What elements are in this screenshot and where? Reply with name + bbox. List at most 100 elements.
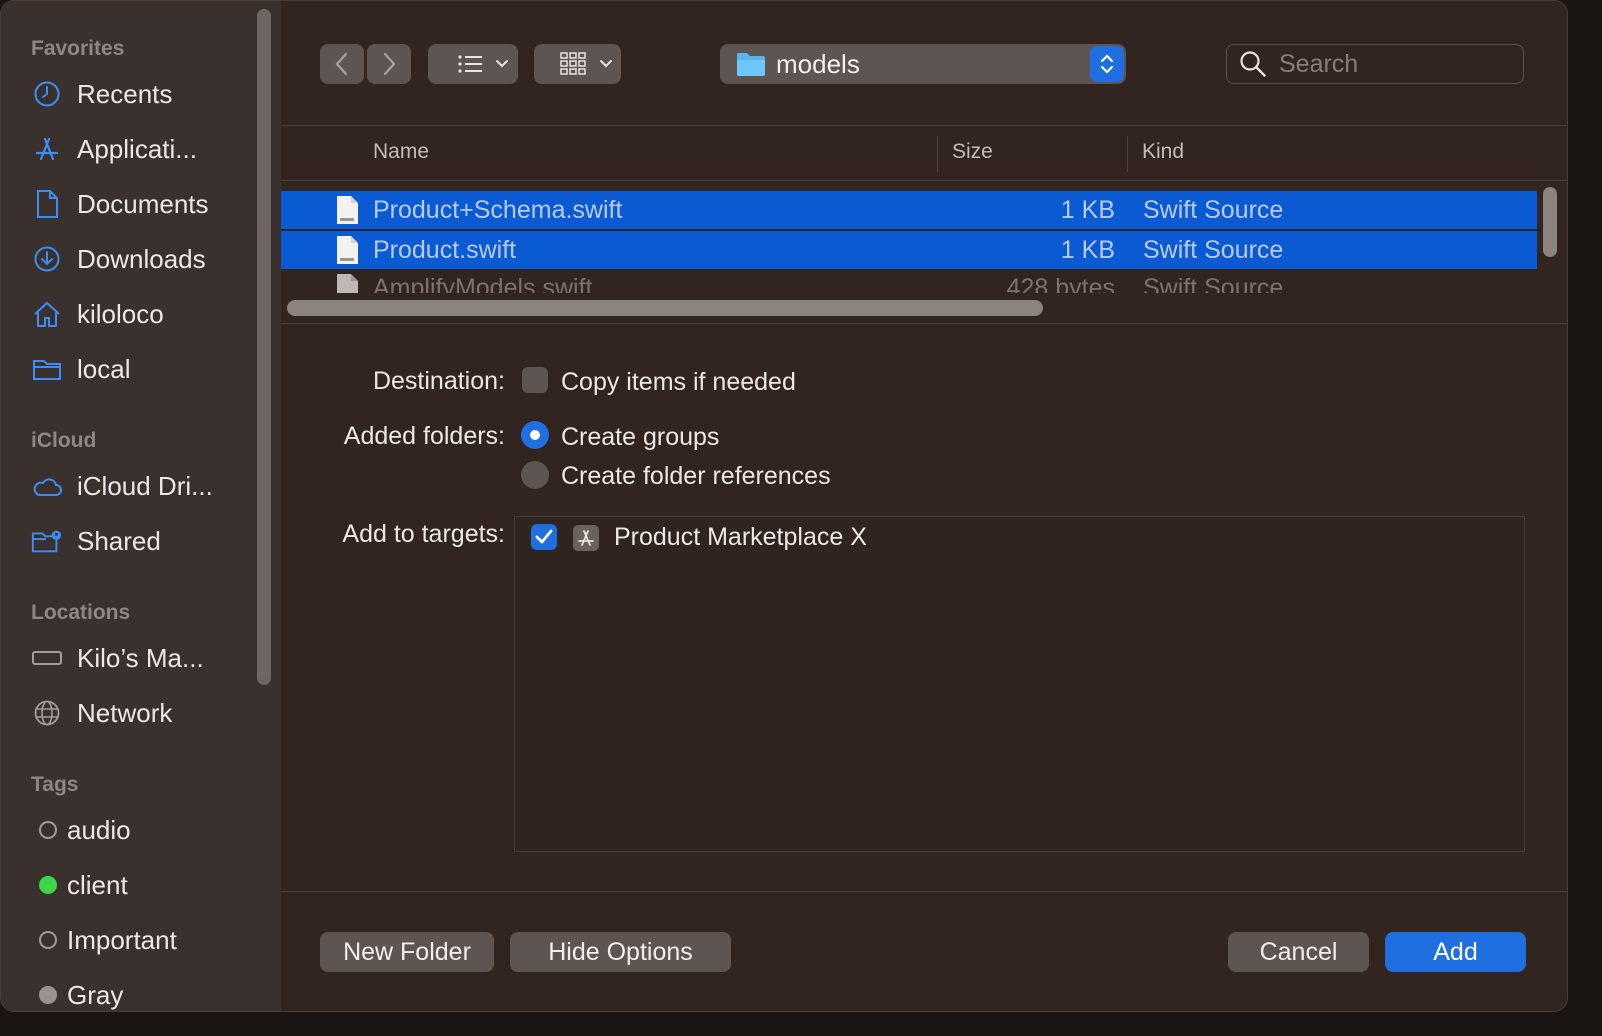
add-button[interactable]: Add <box>1385 932 1526 972</box>
sidebar-item-label: Gray <box>67 979 124 1010</box>
sidebar-tag-important[interactable]: Important <box>31 920 251 960</box>
sidebar-section-icloud: iCloud <box>31 429 97 452</box>
destination-label: Destination: <box>372 367 505 395</box>
new-folder-button[interactable]: New Folder <box>320 932 494 972</box>
create-folder-references-label[interactable]: Create folder references <box>561 462 831 491</box>
location-popup[interactable]: models <box>720 44 1126 84</box>
sidebar-item-label: Important <box>67 924 177 955</box>
sidebar: Favorites Recents Applicati... Documents… <box>1 1 281 1011</box>
sidebar-item-applications[interactable]: Applicati... <box>31 129 251 169</box>
sidebar-item-documents[interactable]: Documents <box>31 184 251 224</box>
sidebar-section-locations: Locations <box>31 601 131 624</box>
sidebar-tag-gray[interactable]: Gray <box>31 975 251 1011</box>
sidebar-item-network[interactable]: Network <box>31 693 251 733</box>
create-folder-references-radio[interactable] <box>521 461 549 489</box>
target-checkbox[interactable] <box>531 524 557 550</box>
cloud-icon <box>31 470 63 502</box>
table-row[interactable]: Product.swift 1 KB Swift Source <box>281 231 1537 269</box>
applications-icon <box>31 133 63 165</box>
column-header-size[interactable]: Size <box>952 140 993 164</box>
sidebar-item-label: kiloloco <box>77 298 164 329</box>
cancel-button[interactable]: Cancel <box>1228 932 1369 972</box>
column-separator[interactable] <box>937 136 938 172</box>
sidebar-item-label: Network <box>77 697 173 728</box>
divider <box>281 323 1567 324</box>
shared-folder-icon <box>31 525 63 557</box>
tag-dot-icon <box>39 931 57 949</box>
file-size: 1 KB <box>1060 235 1115 264</box>
hide-options-button[interactable]: Hide Options <box>510 932 731 972</box>
file-kind: Swift Source <box>1143 235 1284 264</box>
search-field[interactable] <box>1226 44 1524 84</box>
back-button[interactable] <box>320 44 364 84</box>
added-folders-label: Added folders: <box>343 422 505 450</box>
sidebar-section-tags: Tags <box>31 773 79 796</box>
clock-icon <box>31 78 63 110</box>
group-view-button[interactable] <box>534 44 621 84</box>
sidebar-item-label: audio <box>67 814 131 845</box>
divider <box>281 891 1567 892</box>
sidebar-item-label: Kilo’s Ma... <box>77 642 204 673</box>
file-size: 1 KB <box>1060 195 1115 224</box>
sidebar-item-label: iCloud Dri... <box>77 470 213 501</box>
app-target-icon <box>573 525 599 551</box>
file-size: 428 bytes <box>1006 273 1115 294</box>
home-icon <box>31 298 63 330</box>
location-label: models <box>776 48 860 79</box>
sidebar-item-label: local <box>77 353 131 384</box>
target-name: Product Marketplace X <box>614 523 867 551</box>
search-input[interactable] <box>1279 49 1509 79</box>
sidebar-item-downloads[interactable]: Downloads <box>31 239 251 279</box>
file-kind: Swift Source <box>1143 195 1284 224</box>
sidebar-item-label: Shared <box>77 525 161 556</box>
tag-dot-icon <box>39 986 57 1004</box>
sidebar-item-label: Downloads <box>77 243 206 274</box>
folder-icon <box>31 353 63 385</box>
file-list: Product+Schema.swift 1 KB Swift Source P… <box>281 191 1537 293</box>
list-view-button[interactable] <box>428 44 518 84</box>
grid-view-icon <box>559 52 612 75</box>
create-groups-label[interactable]: Create groups <box>561 423 719 452</box>
checkmark-icon <box>535 529 553 544</box>
create-groups-radio[interactable] <box>521 421 549 449</box>
copy-items-label[interactable]: Copy items if needed <box>561 368 796 397</box>
globe-icon <box>31 697 63 729</box>
search-icon <box>1240 51 1266 77</box>
download-icon <box>31 243 63 275</box>
column-separator[interactable] <box>1127 136 1128 172</box>
swift-file-icon <box>337 274 358 293</box>
file-kind: Swift Source <box>1143 273 1284 294</box>
up-down-chevron-icon <box>1090 46 1124 82</box>
document-icon <box>31 188 63 220</box>
sidebar-tag-client[interactable]: client <box>31 865 251 905</box>
chevron-right-icon <box>383 52 396 76</box>
column-header-kind[interactable]: Kind <box>1142 140 1184 164</box>
sidebar-item-label: Applicati... <box>77 133 197 164</box>
list-view-icon <box>458 55 508 73</box>
file-name: Product+Schema.swift <box>373 195 623 224</box>
chevron-left-icon <box>335 52 348 76</box>
sidebar-item-icloud-drive[interactable]: iCloud Dri... <box>31 466 251 506</box>
copy-items-checkbox[interactable] <box>522 367 548 393</box>
table-row[interactable]: AmplifyModels.swift 428 bytes Swift Sour… <box>281 269 1537 293</box>
file-name: Product.swift <box>373 235 517 264</box>
sidebar-item-label: Documents <box>77 188 209 219</box>
sidebar-tag-audio[interactable]: audio <box>31 810 251 850</box>
tag-dot-icon <box>39 821 57 839</box>
sidebar-item-label: client <box>67 869 128 900</box>
sidebar-item-recents[interactable]: Recents <box>31 74 251 114</box>
sidebar-scrollbar[interactable] <box>257 9 271 685</box>
sidebar-item-home[interactable]: kiloloco <box>31 294 251 334</box>
table-row[interactable]: Product+Schema.swift 1 KB Swift Source <box>281 191 1537 229</box>
sidebar-item-label: Recents <box>77 78 173 109</box>
drive-icon <box>31 642 63 674</box>
column-header-name[interactable]: Name <box>373 140 429 164</box>
targets-list <box>514 516 1525 852</box>
sidebar-section-favorites: Favorites <box>31 37 125 60</box>
forward-button[interactable] <box>367 44 411 84</box>
swift-file-icon <box>337 196 358 224</box>
file-name: AmplifyModels.swift <box>373 273 593 294</box>
sidebar-item-macbook[interactable]: Kilo’s Ma... <box>31 638 251 678</box>
file-list-vertical-scrollbar[interactable] <box>1543 187 1557 257</box>
file-list-horizontal-scrollbar[interactable] <box>287 300 1043 316</box>
